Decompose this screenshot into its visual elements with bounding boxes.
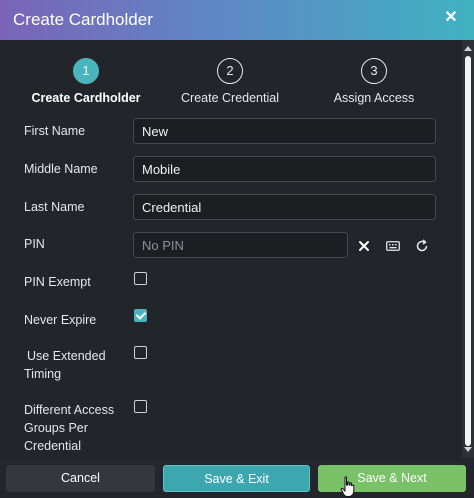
scroll-down-arrow-icon[interactable] xyxy=(464,447,472,452)
middle-name-label: Middle Name xyxy=(24,162,98,176)
never-expire-checkbox[interactable] xyxy=(134,309,147,322)
dialog-titlebar: Create Cardholder ✕ xyxy=(0,0,474,40)
pin-exempt-checkbox[interactable] xyxy=(134,272,147,285)
hand-cursor-icon xyxy=(340,476,355,497)
step-label: Create Cardholder xyxy=(31,91,141,105)
step-number: 2 xyxy=(217,58,243,84)
refresh-icon[interactable] xyxy=(412,236,432,256)
close-icon[interactable]: ✕ xyxy=(444,10,458,26)
wizard-stepper: 1 Create Cardholder 2 Create Credential … xyxy=(0,58,462,108)
last-name-label: Last Name xyxy=(24,200,85,214)
middle-name-input[interactable] xyxy=(133,156,436,182)
extended-timing-label-line2: Timing xyxy=(24,367,62,381)
clear-icon[interactable] xyxy=(354,236,374,256)
dialog-title: Create Cardholder xyxy=(13,10,153,29)
different-access-label-line3: Credential xyxy=(24,439,81,453)
step-number: 1 xyxy=(73,58,99,84)
pin-input[interactable] xyxy=(133,232,348,258)
pin-exempt-label: PIN Exempt xyxy=(24,275,91,289)
scroll-thumb[interactable] xyxy=(465,56,471,446)
vertical-scrollbar[interactable] xyxy=(462,40,474,458)
last-name-input[interactable] xyxy=(133,194,436,220)
cancel-button[interactable]: Cancel xyxy=(6,465,155,492)
pin-label: PIN xyxy=(24,237,45,251)
different-access-label-line2: Groups Per xyxy=(24,421,88,435)
save-exit-button[interactable]: Save & Exit xyxy=(163,465,310,492)
step-label: Assign Access xyxy=(333,91,415,105)
step-create-credential[interactable]: 2 Create Credential xyxy=(155,58,305,105)
step-create-cardholder[interactable]: 1 Create Cardholder xyxy=(11,58,161,105)
never-expire-label: Never Expire xyxy=(24,313,97,327)
different-access-label-line1: Different Access xyxy=(24,403,115,417)
step-number: 3 xyxy=(361,58,387,84)
extended-timing-label-line1: Use Extended xyxy=(27,349,106,363)
extended-timing-checkbox[interactable] xyxy=(134,346,147,359)
step-label: Create Credential xyxy=(181,91,279,105)
keyboard-icon[interactable] xyxy=(383,236,403,256)
first-name-input[interactable] xyxy=(133,118,436,144)
step-assign-access[interactable]: 3 Assign Access xyxy=(299,58,449,105)
scroll-up-arrow-icon[interactable] xyxy=(464,46,472,51)
first-name-label: First Name xyxy=(24,124,86,138)
different-access-checkbox[interactable] xyxy=(134,400,147,413)
